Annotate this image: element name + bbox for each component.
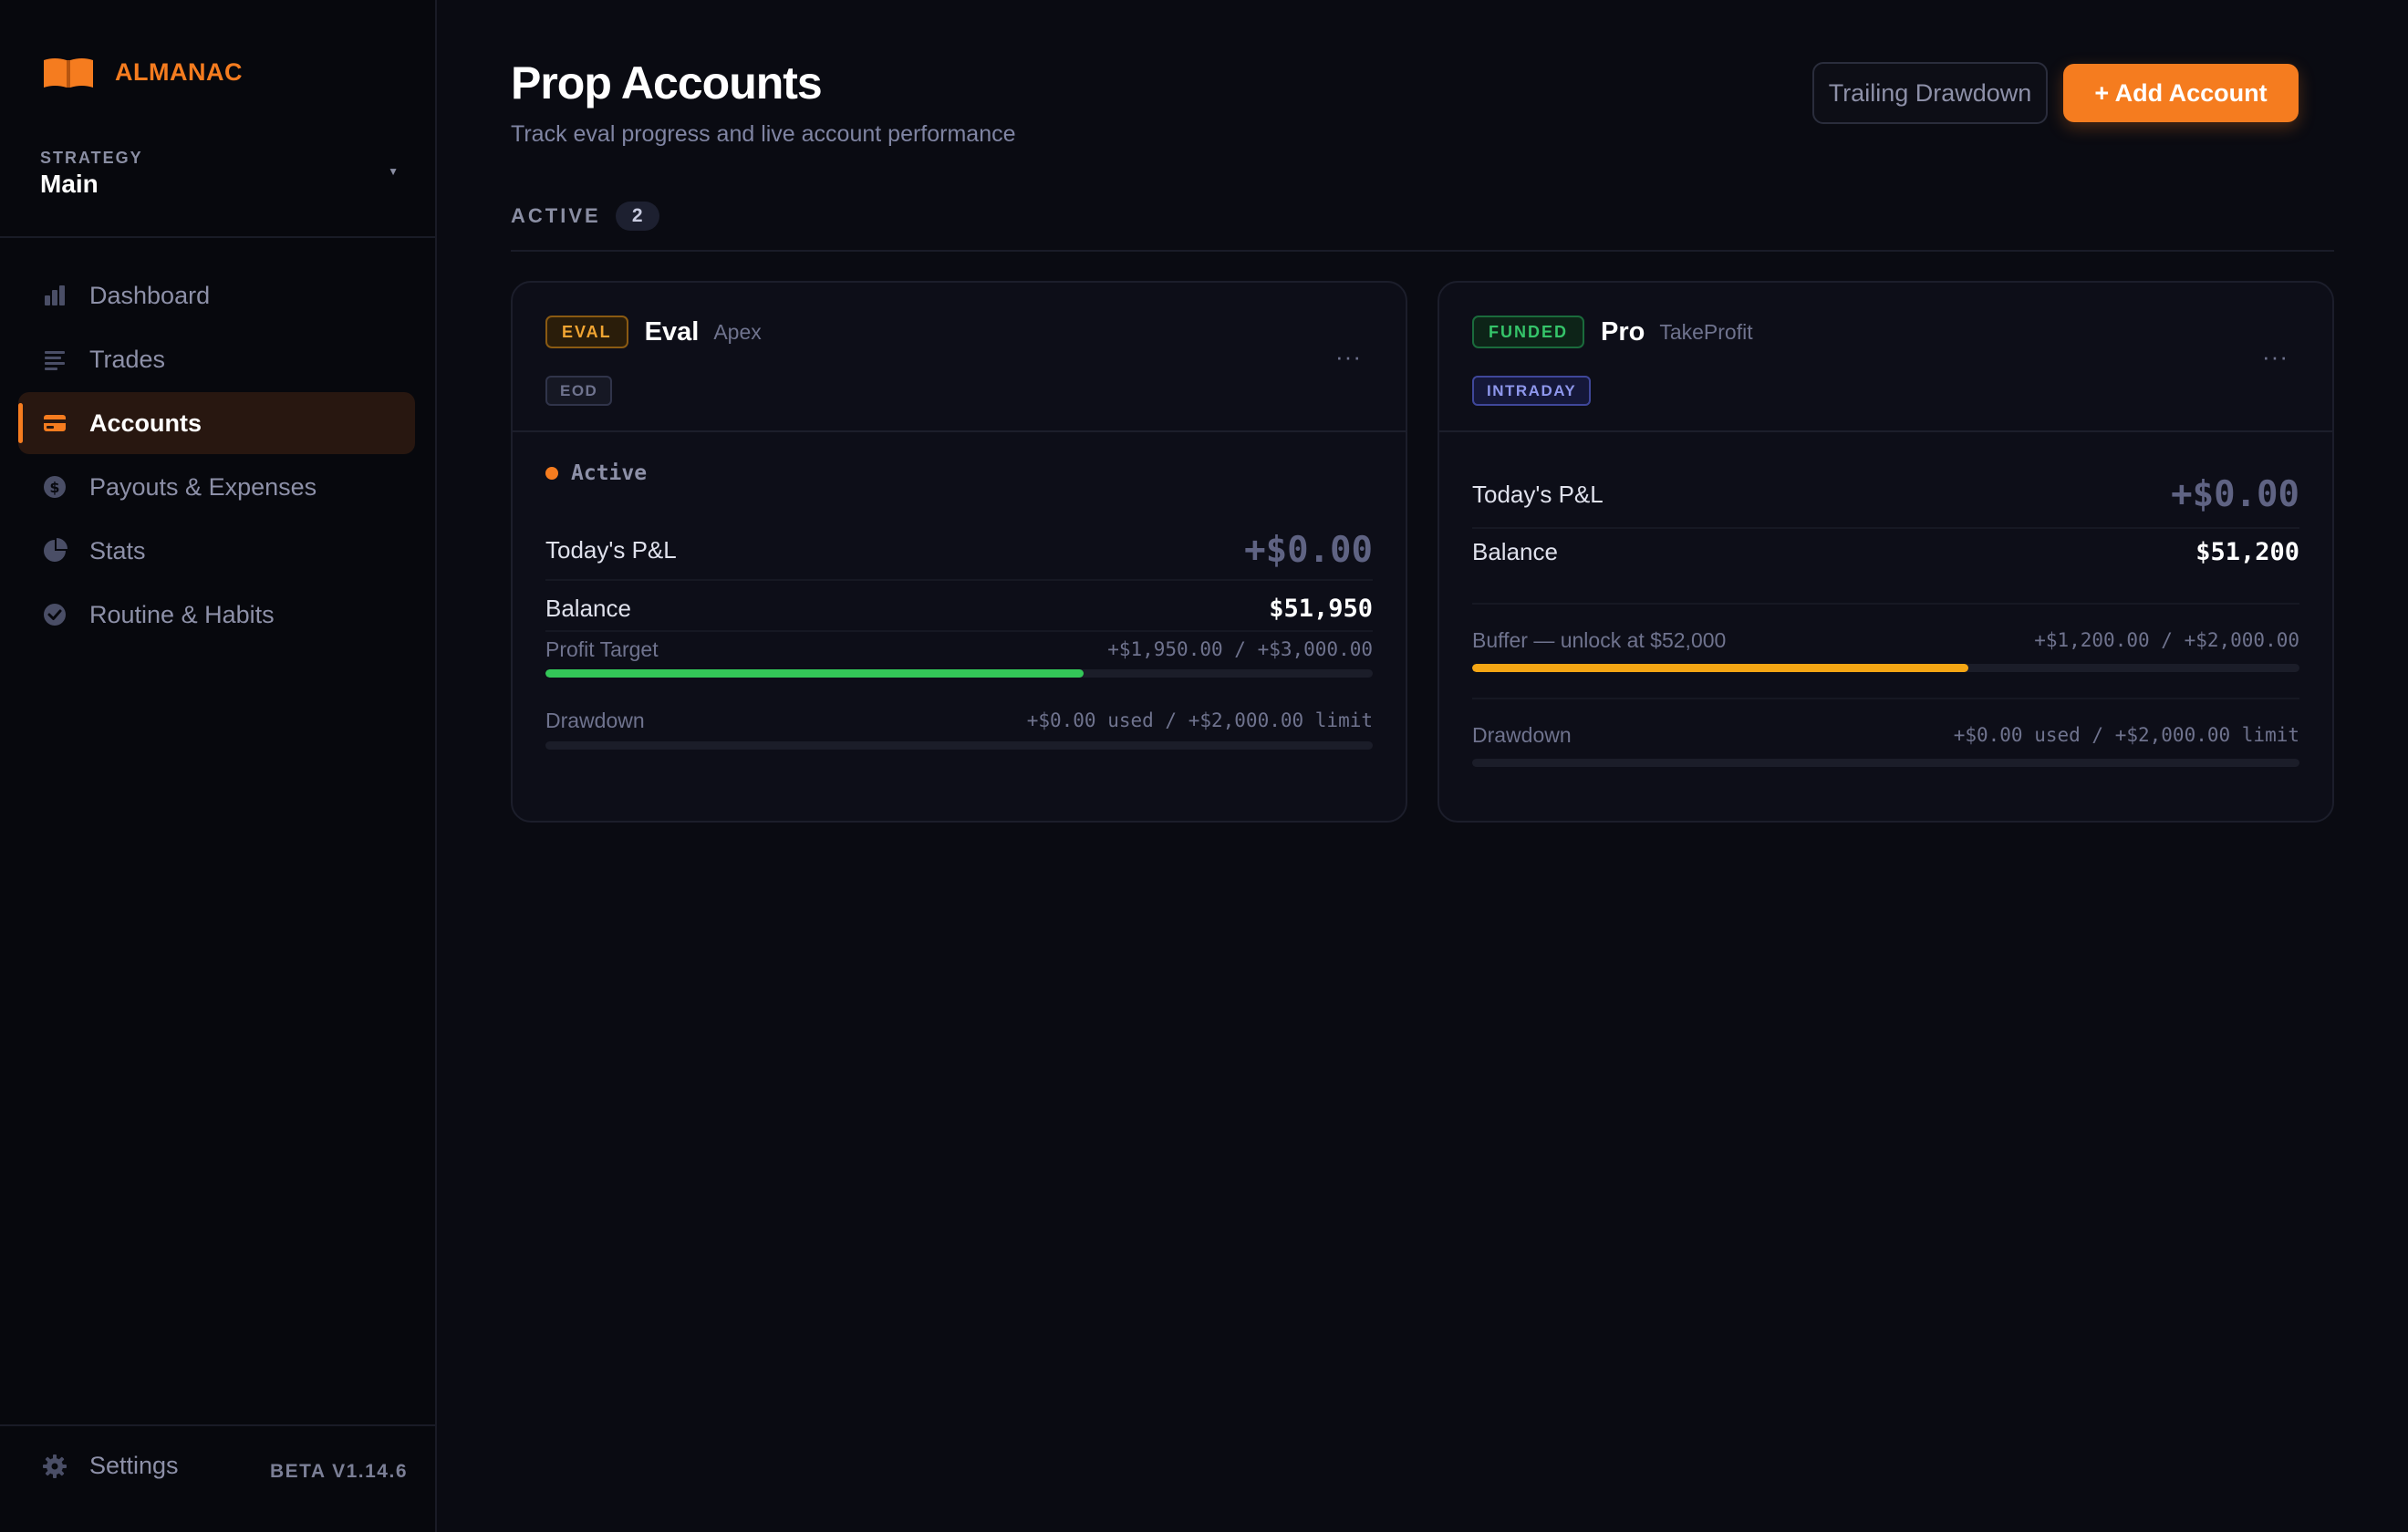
gear-icon bbox=[42, 1454, 67, 1479]
bar-chart-icon bbox=[42, 283, 67, 308]
drawdown-type-tag: INTRADAY bbox=[1472, 376, 1592, 406]
strategy-label: STRATEGY bbox=[40, 149, 143, 167]
pnl-row: Today's P&L +$0.00 bbox=[1472, 469, 2299, 520]
account-status: Active bbox=[545, 461, 647, 485]
section-header: ACTIVE 2 bbox=[511, 202, 659, 231]
account-card[interactable]: FUNDED Pro TakeProfit INTRADAY ··· Today… bbox=[1438, 281, 2334, 823]
nav-label: Payouts & Expenses bbox=[89, 472, 317, 501]
drawdown-type-tag: EOD bbox=[545, 376, 613, 406]
strategy-value: Main bbox=[40, 170, 99, 198]
nav-label: Trades bbox=[89, 345, 166, 373]
row-divider bbox=[1472, 527, 2299, 529]
pie-chart-icon bbox=[42, 538, 67, 564]
nav-item-trades[interactable]: Trades bbox=[18, 328, 415, 390]
settings-label: Settings bbox=[89, 1452, 179, 1479]
buffer-bar-fill bbox=[1472, 664, 1969, 672]
credit-card-icon bbox=[42, 410, 67, 436]
pnl-value: +$0.00 bbox=[2171, 473, 2299, 515]
balance-row: Balance $51,200 bbox=[1472, 531, 2299, 573]
open-book-icon bbox=[44, 58, 93, 88]
main-content: Prop Accounts Track eval progress and li… bbox=[439, 0, 2408, 1532]
buffer-value: +$1,200.00 / +$2,000.00 bbox=[2034, 629, 2299, 651]
profit-target-value: +$1,950.00 / +$3,000.00 bbox=[1107, 638, 1373, 660]
status-dot-icon bbox=[545, 467, 558, 480]
svg-text:$: $ bbox=[49, 479, 59, 496]
profit-target-bar bbox=[545, 669, 1373, 678]
drawdown-label: Drawdown bbox=[545, 708, 645, 732]
page-subtitle: Track eval progress and live account per… bbox=[511, 121, 1016, 147]
account-name: Eval bbox=[644, 316, 700, 347]
buffer-label: Buffer — unlock at $52,000 bbox=[1472, 627, 1727, 652]
nav-item-payouts-expenses[interactable]: $ Payouts & Expenses bbox=[18, 456, 415, 518]
nav-item-dashboard[interactable]: Dashboard bbox=[18, 264, 415, 326]
drawdown-value: +$0.00 used / +$2,000.00 limit bbox=[1026, 709, 1373, 731]
account-card[interactable]: EVAL Eval Apex EOD ··· Active Today's P&… bbox=[511, 281, 1407, 823]
row-divider bbox=[545, 579, 1373, 581]
drawdown-bar bbox=[1472, 759, 2299, 767]
buffer-row: Buffer — unlock at $52,000 +$1,200.00 / … bbox=[1472, 624, 2299, 657]
drawdown-row: Drawdown +$0.00 used / +$2,000.00 limit bbox=[1472, 719, 2299, 751]
balance-label: Balance bbox=[545, 594, 631, 622]
settings-link[interactable]: Settings bbox=[42, 1452, 179, 1480]
section-divider bbox=[511, 250, 2334, 252]
card-divider bbox=[513, 430, 1406, 432]
account-firm: TakeProfit bbox=[1659, 319, 1753, 344]
section-count-badge: 2 bbox=[615, 202, 659, 231]
balance-value: $51,200 bbox=[2195, 537, 2299, 566]
pnl-value: +$0.00 bbox=[1244, 529, 1373, 571]
drawdown-value: +$0.00 used / +$2,000.00 limit bbox=[1953, 724, 2299, 746]
nav-item-routine-habits[interactable]: Routine & Habits bbox=[18, 584, 415, 646]
status-text: Active bbox=[571, 461, 648, 485]
balance-value: $51,950 bbox=[1269, 594, 1373, 623]
pnl-label: Today's P&L bbox=[1472, 480, 1604, 508]
nav-item-accounts[interactable]: Accounts bbox=[18, 392, 415, 454]
sidebar-bottom-divider bbox=[0, 1424, 435, 1426]
row-divider bbox=[1472, 698, 2299, 699]
more-options-icon[interactable]: ··· bbox=[2262, 343, 2289, 371]
sidebar-divider bbox=[0, 236, 435, 238]
pnl-label: Today's P&L bbox=[545, 535, 677, 564]
version-label: BETA V1.14.6 bbox=[269, 1461, 408, 1482]
brand-name: ALMANAC bbox=[115, 57, 243, 86]
pnl-row: Today's P&L +$0.00 bbox=[545, 525, 1373, 574]
buffer-bar bbox=[1472, 664, 2299, 672]
drawdown-label: Drawdown bbox=[1472, 722, 1572, 747]
nav-label: Dashboard bbox=[89, 281, 211, 309]
profit-target-row: Profit Target +$1,950.00 / +$3,000.00 bbox=[545, 633, 1373, 666]
row-divider bbox=[1472, 603, 2299, 605]
profit-target-label: Profit Target bbox=[545, 637, 659, 661]
drawdown-row: Drawdown +$0.00 used / +$2,000.00 limit bbox=[545, 704, 1373, 737]
check-circle-icon bbox=[42, 602, 67, 627]
nav-item-stats[interactable]: Stats bbox=[18, 520, 415, 582]
nav-label: Routine & Habits bbox=[89, 600, 275, 628]
profit-target-bar-fill bbox=[545, 669, 1084, 678]
trailing-drawdown-button[interactable]: Trailing Drawdown bbox=[1812, 62, 2048, 124]
account-firm: Apex bbox=[713, 319, 762, 344]
sidebar: ALMANAC STRATEGY Main ▼ Dashboard Trades… bbox=[0, 0, 437, 1532]
strategy-selector[interactable]: STRATEGY Main ▼ bbox=[40, 149, 399, 203]
nav-label: Accounts bbox=[89, 409, 202, 437]
account-type-badge: FUNDED bbox=[1472, 316, 1584, 348]
caret-down-icon: ▼ bbox=[388, 165, 399, 178]
account-type-badge: EVAL bbox=[545, 316, 628, 348]
section-label: ACTIVE bbox=[511, 204, 601, 227]
card-divider bbox=[1439, 430, 2332, 432]
account-name: Pro bbox=[1601, 316, 1645, 347]
brand[interactable]: ALMANAC bbox=[42, 55, 243, 89]
page-title: Prop Accounts bbox=[511, 57, 823, 109]
drawdown-bar bbox=[545, 741, 1373, 750]
sidebar-nav: Dashboard Trades Accounts $ Payouts & Ex… bbox=[18, 264, 415, 647]
balance-label: Balance bbox=[1472, 537, 1558, 565]
more-options-icon[interactable]: ··· bbox=[1335, 343, 1362, 371]
row-divider bbox=[545, 630, 1373, 632]
nav-label: Stats bbox=[89, 536, 146, 564]
card-header: EVAL Eval Apex bbox=[545, 316, 762, 348]
dollar-coin-icon: $ bbox=[42, 474, 67, 500]
card-header: FUNDED Pro TakeProfit bbox=[1472, 316, 1753, 348]
add-account-button[interactable]: + Add Account bbox=[2063, 64, 2299, 122]
balance-row: Balance $51,950 bbox=[545, 587, 1373, 629]
list-icon bbox=[42, 347, 67, 372]
